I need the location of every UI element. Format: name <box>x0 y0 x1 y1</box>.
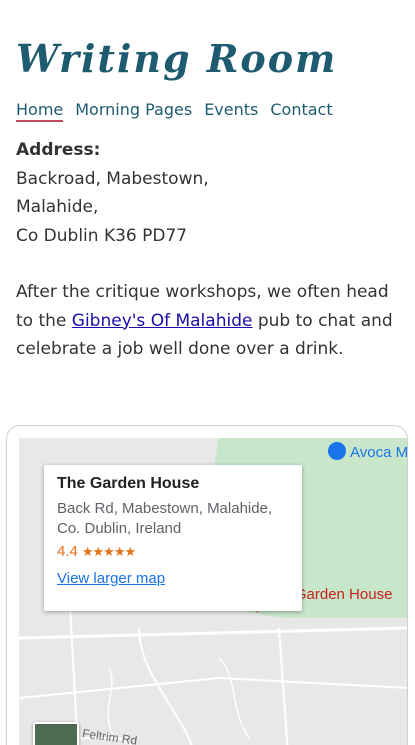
site-title[interactable]: Writing Room <box>16 36 337 81</box>
address-label: Address: <box>16 140 101 160</box>
place-info-card: The Garden House Back Rd, Mabestown, Mal… <box>44 465 302 611</box>
address-line-3: Co Dublin K36 PD77 <box>16 225 188 246</box>
place-name: The Garden House <box>57 475 200 492</box>
minor-road-3 <box>138 627 193 745</box>
gibneys-link[interactable]: Gibney's Of Malahide <box>72 311 253 331</box>
place-rating: 4.4 ★★★★★ <box>57 543 289 560</box>
nav-home[interactable]: Home <box>16 100 64 122</box>
avoca-label: Avoca M <box>350 444 408 461</box>
main-nav: Home Morning Pages Events Contact <box>16 100 333 122</box>
address-line-1: Backroad, Mabestown, <box>16 168 209 189</box>
address-line-2: Malahide, <box>16 197 99 217</box>
nav-events[interactable]: Events <box>204 100 258 122</box>
minor-road-4 <box>278 627 289 745</box>
page-content: Address: Backroad, Mabestown, Malahide, … <box>16 136 396 364</box>
main-road <box>19 626 407 640</box>
star-rating-icon: ★★★★★ <box>81 543 136 559</box>
nav-contact[interactable]: Contact <box>270 100 332 122</box>
nav-morning-pages[interactable]: Morning Pages <box>75 100 192 122</box>
place-address: Back Rd, Mabestown, Malahide, Co. Dublin… <box>57 500 273 537</box>
rating-value: 4.4 <box>57 543 78 560</box>
pub-paragraph: After the critique workshops, we often h… <box>16 278 396 364</box>
view-larger-map-link[interactable]: View larger map <box>57 570 289 587</box>
minor-road-1 <box>19 676 407 699</box>
map-card: he Garden House Avoca M Feltrim Rd The G… <box>6 425 408 745</box>
embedded-map[interactable]: he Garden House Avoca M Feltrim Rd The G… <box>19 438 408 745</box>
satellite-thumbnail[interactable] <box>33 722 79 745</box>
avoca-pin <box>328 442 346 460</box>
